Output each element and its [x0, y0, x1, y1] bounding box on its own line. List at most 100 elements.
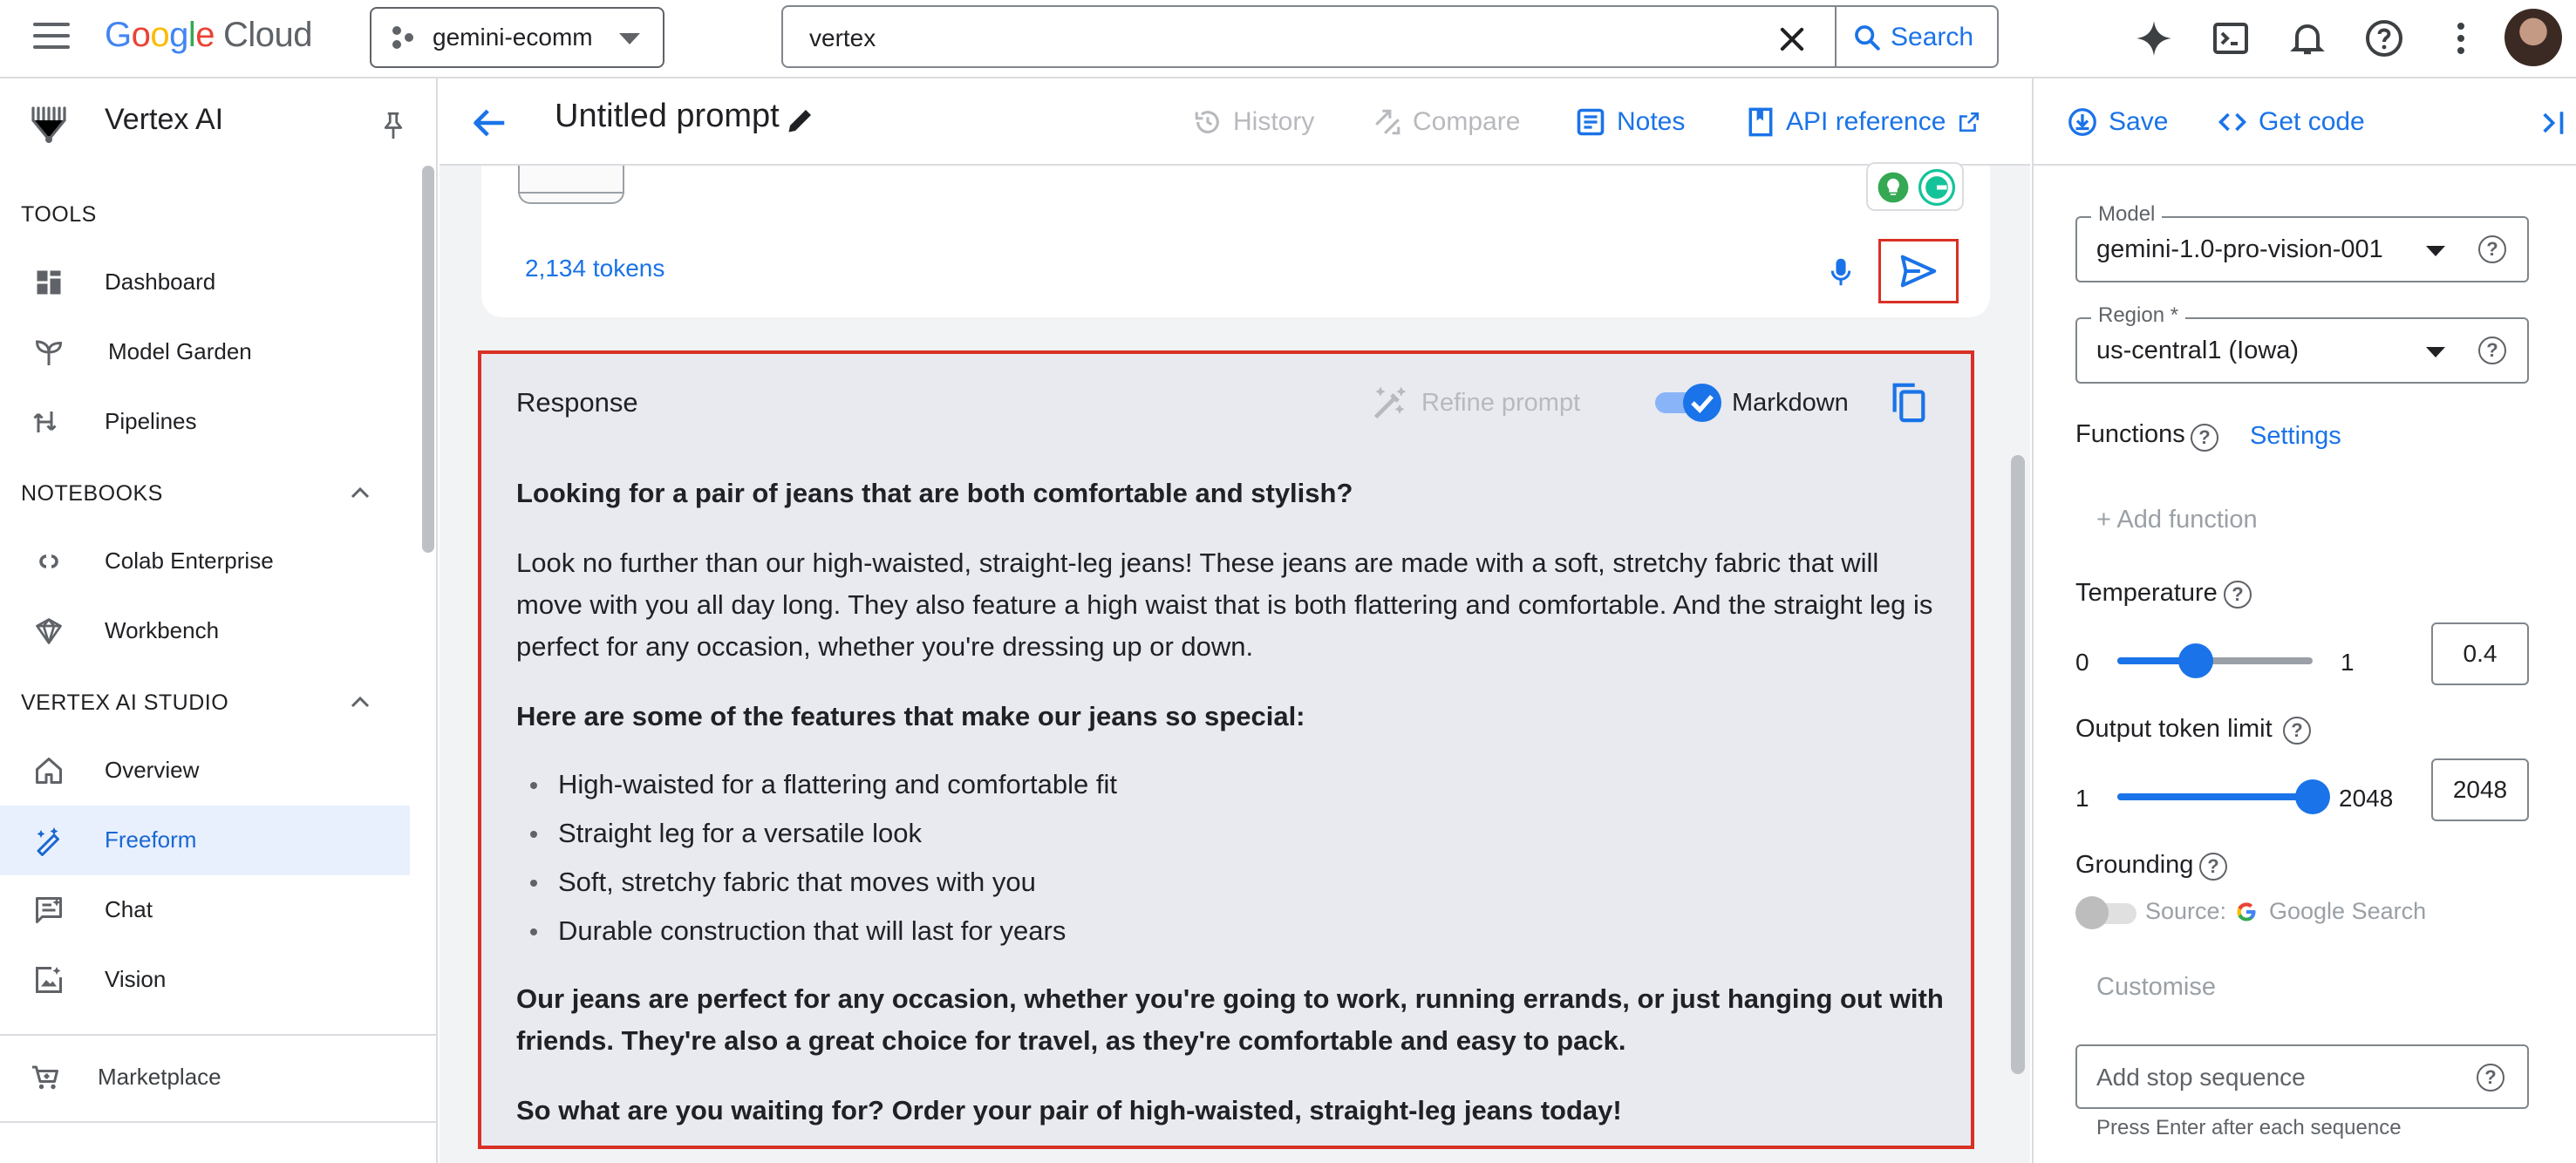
workbench-icon — [36, 618, 62, 644]
compare-label: Compare — [1413, 107, 1521, 136]
lightbulb-icon[interactable] — [1877, 171, 1910, 204]
toggle-knob — [2075, 896, 2109, 929]
search-icon — [1855, 25, 1880, 51]
region-value: us-central1 (Iowa) — [2096, 337, 2300, 364]
copy-icon[interactable] — [1889, 380, 1927, 424]
edit-icon[interactable] — [785, 105, 816, 136]
help-icon[interactable]: ? — [2199, 853, 2227, 881]
temperature-label: Temperature — [2075, 579, 2218, 607]
project-name: gemini-ecomm — [433, 24, 593, 51]
sidebar-item-chat[interactable]: Chat — [0, 875, 410, 945]
send-icon — [1900, 255, 1937, 288]
notes-button[interactable]: Notes — [1575, 105, 1685, 139]
vertex-ai-logo-icon — [31, 106, 66, 143]
chevron-up-icon[interactable] — [351, 486, 370, 499]
temperature-slider[interactable] — [2117, 643, 2313, 678]
list-item: Straight leg for a versatile look — [516, 809, 1946, 858]
google-cloud-logo[interactable]: Google Cloud — [105, 16, 313, 55]
send-button[interactable] — [1878, 239, 1959, 303]
help-icon[interactable] — [2363, 17, 2405, 59]
compare-icon — [1375, 109, 1400, 135]
cloud-shell-icon[interactable] — [2210, 17, 2252, 59]
response-heading: Looking for a pair of jeans that are bot… — [516, 478, 1353, 508]
functions-settings-link[interactable]: Settings — [2250, 422, 2341, 451]
stop-sequence-input[interactable] — [2096, 1062, 2463, 1093]
microphone-icon[interactable] — [1828, 256, 1854, 288]
output-token-slider[interactable] — [2117, 779, 2330, 814]
temperature-min: 0 — [2075, 649, 2089, 676]
output-limit-max: 2048 — [2339, 785, 2394, 812]
save-button[interactable]: Save — [2067, 105, 2168, 139]
markdown-toggle[interactable] — [1655, 384, 1721, 422]
search-input[interactable] — [809, 21, 1768, 56]
sidebar-scrollbar[interactable] — [422, 166, 434, 553]
output-token-input[interactable]: 2048 — [2431, 758, 2529, 821]
grammarly-icon[interactable] — [1917, 167, 1957, 207]
grounding-source: Google Search — [2269, 898, 2427, 924]
region-label: Region * — [2091, 303, 2186, 328]
section-label-vertex-ai-studio: VERTEX AI STUDIO — [21, 690, 229, 715]
sidebar-item-dashboard[interactable]: Dashboard — [0, 248, 410, 317]
help-icon[interactable]: ? — [2477, 1064, 2504, 1092]
help-icon[interactable]: ? — [2478, 337, 2506, 364]
workspace-scrollbar[interactable] — [2011, 455, 2025, 1074]
sidebar-item-pipelines[interactable]: Pipelines — [0, 387, 410, 457]
sidebar-item-vision[interactable]: Vision — [0, 945, 410, 1015]
list-item: Soft, stretchy fabric that moves with yo… — [516, 858, 1946, 907]
prompt-title[interactable]: Untitled prompt — [555, 98, 780, 135]
refine-prompt-button[interactable]: Refine prompt — [1371, 384, 1580, 422]
history-button[interactable]: History — [1193, 105, 1314, 139]
output-limit-min: 1 — [2075, 785, 2089, 812]
chevron-up-icon[interactable] — [351, 696, 370, 708]
slider-thumb[interactable] — [2178, 643, 2213, 678]
customise-button[interactable]: Customise — [2096, 973, 2216, 1002]
get-code-button[interactable]: Get code — [2217, 105, 2365, 139]
sidebar-item-colab-enterprise[interactable]: Colab Enterprise — [0, 527, 410, 596]
top-bar: GoogleCloud gemini-ecomm Search — [0, 0, 2576, 78]
api-reference-link[interactable]: API reference — [1746, 105, 1991, 139]
search-divider — [1835, 7, 1837, 66]
main-menu-icon[interactable] — [33, 23, 70, 54]
prompt-toolbar: Untitled prompt History Compare Notes AP… — [440, 78, 2030, 166]
sidebar-item-workbench[interactable]: Workbench — [0, 596, 410, 666]
model-label: Model — [2091, 202, 2163, 227]
model-value: gemini-1.0-pro-vision-001 — [2096, 235, 2383, 263]
output-token-limit-label: Output token limit — [2075, 715, 2273, 743]
help-icon[interactable]: ? — [2478, 235, 2506, 263]
sidebar-item-label: Dashboard — [105, 269, 216, 295]
slider-thumb[interactable] — [2295, 779, 2330, 814]
sidebar-item-freeform[interactable]: Freeform — [0, 806, 410, 875]
pipelines-icon — [33, 411, 57, 432]
sidebar-item-label: Colab Enterprise — [105, 547, 274, 574]
search-button[interactable]: Search — [1852, 19, 1973, 56]
pin-icon[interactable] — [380, 110, 406, 141]
sidebar-item-model-garden[interactable]: Model Garden — [0, 317, 410, 387]
sidebar-item-overview[interactable]: Overview — [0, 736, 410, 806]
notifications-icon[interactable] — [2286, 17, 2328, 59]
model-select[interactable]: Model gemini-1.0-pro-vision-001 ? — [2075, 202, 2529, 282]
home-icon — [36, 758, 62, 784]
grounding-toggle[interactable] — [2075, 896, 2138, 929]
colab-icon — [39, 554, 58, 568]
temperature-input[interactable]: 0.4 — [2431, 622, 2529, 685]
token-count: 2,134 tokens — [525, 255, 665, 282]
collapse-panel-icon[interactable] — [2539, 108, 2569, 138]
search-button-label: Search — [1891, 23, 1974, 51]
attached-image-thumbnail[interactable] — [518, 166, 624, 204]
sidebar-item-marketplace[interactable]: Marketplace — [0, 1043, 410, 1112]
project-picker-button[interactable]: gemini-ecomm — [370, 7, 664, 68]
notes-label: Notes — [1617, 107, 1686, 136]
gemini-icon[interactable] — [2133, 17, 2175, 59]
clear-icon[interactable] — [1775, 23, 1809, 56]
grounding-label: Grounding — [2075, 851, 2194, 879]
search-bar: Search — [781, 5, 1999, 68]
avatar[interactable] — [2504, 9, 2562, 66]
help-icon[interactable]: ? — [2224, 581, 2252, 609]
region-select[interactable]: Region * us-central1 (Iowa) ? — [2075, 303, 2529, 384]
help-icon[interactable]: ? — [2283, 717, 2311, 745]
compare-button[interactable]: Compare — [1373, 105, 1520, 139]
help-icon[interactable]: ? — [2191, 424, 2218, 452]
more-vert-icon[interactable] — [2440, 17, 2482, 59]
back-arrow-icon[interactable] — [471, 106, 508, 139]
add-function-button[interactable]: + Add function — [2096, 506, 2258, 534]
